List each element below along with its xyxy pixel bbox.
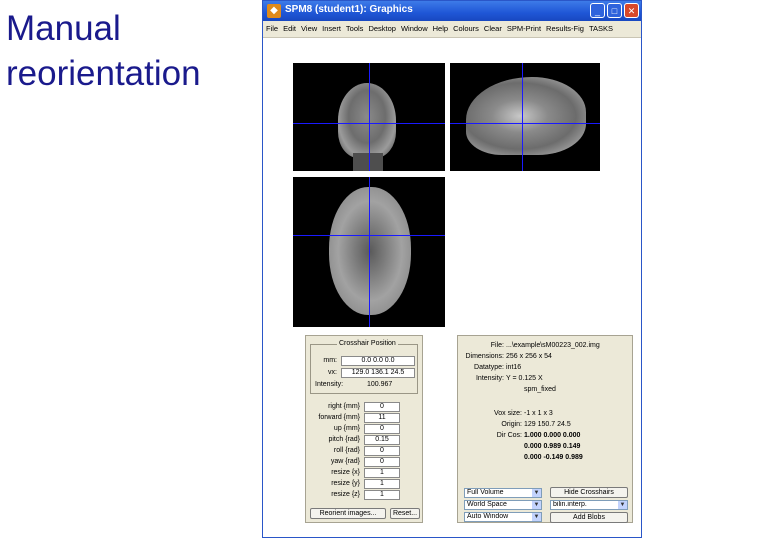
chevron-down-icon: ▼ bbox=[532, 489, 541, 497]
crosshair-position-group: Crosshair Position mm: 0.0 0.0 0.0 vx: 1… bbox=[310, 340, 418, 394]
vox-size-value: -1 x 1 x 3 bbox=[524, 410, 553, 417]
interpolation-select-value: bilin.interp. bbox=[553, 501, 587, 508]
param-label-yaw: yaw {rad} bbox=[330, 458, 360, 465]
param-label-resize-z: resize {z} bbox=[331, 491, 360, 498]
hide-crosshairs-button[interactable]: Hide Crosshairs bbox=[550, 487, 628, 498]
slide-title-line-1: Manual bbox=[6, 9, 121, 48]
volume-select-value: Full Volume bbox=[467, 489, 504, 496]
menu-spm-print[interactable]: SPM-Print bbox=[504, 21, 543, 33]
intensity-value: 100.967 bbox=[367, 381, 393, 388]
chevron-down-icon: ▼ bbox=[532, 501, 541, 509]
file-label: File: bbox=[490, 342, 504, 349]
param-right-field[interactable]: 0 bbox=[364, 402, 400, 412]
coronal-neck-image bbox=[353, 153, 383, 171]
coronal-view[interactable] bbox=[293, 63, 445, 171]
coronal-brain-image bbox=[338, 83, 396, 158]
reorient-images-button[interactable]: Reorient images... bbox=[310, 508, 386, 519]
crosshair-position-title: Crosshair Position bbox=[337, 340, 398, 347]
interpolation-select[interactable]: bilin.interp. ▼ bbox=[550, 500, 628, 510]
param-label-resize-x: resize {x} bbox=[331, 469, 360, 476]
dircos-label: Dir Cos: bbox=[496, 432, 522, 439]
graphics-window: ◆ SPM8 (student1): Graphics _ □ ✕ File Ed… bbox=[262, 0, 642, 538]
dircos-row-3: 0.000 -0.149 0.989 bbox=[524, 454, 583, 461]
dimensions-value: 256 x 256 x 54 bbox=[506, 353, 552, 360]
param-label-pitch: pitch {rad} bbox=[328, 436, 360, 443]
close-button[interactable]: ✕ bbox=[624, 3, 639, 18]
menu-insert[interactable]: Insert bbox=[319, 21, 343, 33]
volume-select[interactable]: Full Volume ▼ bbox=[464, 488, 542, 498]
window-select-value: Auto Window bbox=[467, 513, 509, 520]
sagittal-view[interactable] bbox=[450, 63, 600, 171]
slide-title-line-2: reorientation bbox=[6, 54, 201, 93]
dircos-row-2: 0.000 0.989 0.149 bbox=[524, 443, 581, 450]
param-label-up: up {mm} bbox=[333, 425, 360, 432]
axial-view[interactable] bbox=[293, 177, 445, 327]
param-resize-y-field[interactable]: 1 bbox=[364, 479, 400, 489]
minimize-button[interactable]: _ bbox=[590, 3, 605, 18]
reset-button[interactable]: Reset... bbox=[390, 508, 420, 519]
space-select[interactable]: World Space ▼ bbox=[464, 500, 542, 510]
crosshair-vertical bbox=[522, 63, 523, 171]
dircos-row-1: 1.000 0.000 0.000 bbox=[524, 432, 581, 439]
mm-field[interactable]: 0.0 0.0 0.0 bbox=[341, 356, 415, 366]
intensity-value: Y = 0.125 X bbox=[506, 375, 543, 382]
image-info-panel: File: ...\example\sM00223_002.img Dimens… bbox=[457, 335, 633, 523]
dimensions-label: Dimensions: bbox=[465, 353, 504, 360]
reorient-panel: Crosshair Position mm: 0.0 0.0 0.0 vx: 1… bbox=[305, 335, 423, 523]
matlab-icon: ◆ bbox=[267, 4, 281, 18]
menu-file[interactable]: File bbox=[263, 21, 280, 33]
chevron-down-icon: ▼ bbox=[618, 501, 627, 509]
window-titlebar[interactable]: ◆ SPM8 (student1): Graphics _ □ ✕ bbox=[263, 1, 641, 21]
param-yaw-field[interactable]: 0 bbox=[364, 457, 400, 467]
vx-field[interactable]: 129.0 136.1 24.5 bbox=[341, 368, 415, 378]
origin-label: Origin: bbox=[501, 421, 522, 428]
menu-view[interactable]: View bbox=[298, 21, 319, 33]
datatype-label: Datatype: bbox=[474, 364, 504, 371]
space-select-value: World Space bbox=[467, 501, 507, 508]
param-label-right: right {mm} bbox=[328, 403, 360, 410]
menu-help[interactable]: Help bbox=[430, 21, 450, 33]
menu-edit[interactable]: Edit bbox=[280, 21, 298, 33]
menu-bar: File Edit View Insert Tools Desktop Window Help… bbox=[263, 21, 641, 38]
param-roll-field[interactable]: 0 bbox=[364, 446, 400, 456]
menu-clear[interactable]: Clear bbox=[481, 21, 504, 33]
menu-tasks[interactable]: TASKS bbox=[586, 21, 615, 33]
add-blobs-button[interactable]: Add Blobs bbox=[550, 512, 628, 523]
intensity-label: Intensity: bbox=[475, 375, 504, 382]
file-value: ...\example\sM00223_002.img bbox=[506, 342, 600, 349]
vox-size-label: Vox size: bbox=[493, 410, 522, 417]
window-select[interactable]: Auto Window ▼ bbox=[464, 512, 542, 522]
crosshair-vertical bbox=[369, 63, 370, 171]
chevron-down-icon: ▼ bbox=[532, 513, 541, 521]
param-forward-field[interactable]: 11 bbox=[364, 413, 400, 423]
param-resize-x-field[interactable]: 1 bbox=[364, 468, 400, 478]
crosshair-horizontal bbox=[450, 123, 600, 124]
menu-results-fig[interactable]: Results-Fig bbox=[543, 21, 586, 33]
param-label-forward: forward {mm} bbox=[318, 414, 360, 421]
datatype-value: int16 bbox=[506, 364, 522, 371]
vx-label: vx: bbox=[328, 369, 337, 376]
axial-brain-image bbox=[329, 187, 411, 315]
param-pitch-field[interactable]: 0.15 bbox=[364, 435, 400, 445]
menu-tools[interactable]: Tools bbox=[343, 21, 366, 33]
crosshair-vertical bbox=[369, 177, 370, 327]
menu-desktop[interactable]: Desktop bbox=[365, 21, 398, 33]
slide-title: Manual reorientation bbox=[6, 6, 201, 96]
maximize-button[interactable]: □ bbox=[607, 3, 622, 18]
intensity-label: Intensity: bbox=[315, 381, 344, 388]
param-up-field[interactable]: 0 bbox=[364, 424, 400, 434]
param-resize-z-field[interactable]: 1 bbox=[364, 490, 400, 500]
sagittal-brain-image bbox=[466, 77, 586, 155]
param-label-resize-y: resize {y} bbox=[331, 480, 360, 487]
origin-value: 129 150.7 24.5 bbox=[524, 421, 571, 428]
window-title: SPM8 (student1): Graphics bbox=[285, 4, 413, 15]
menu-colours[interactable]: Colours bbox=[450, 21, 481, 33]
space-value: spm_fixed bbox=[524, 386, 556, 393]
mm-label: mm: bbox=[323, 357, 337, 364]
menu-window[interactable]: Window bbox=[398, 21, 430, 33]
param-label-roll: roll {rad} bbox=[333, 447, 360, 454]
